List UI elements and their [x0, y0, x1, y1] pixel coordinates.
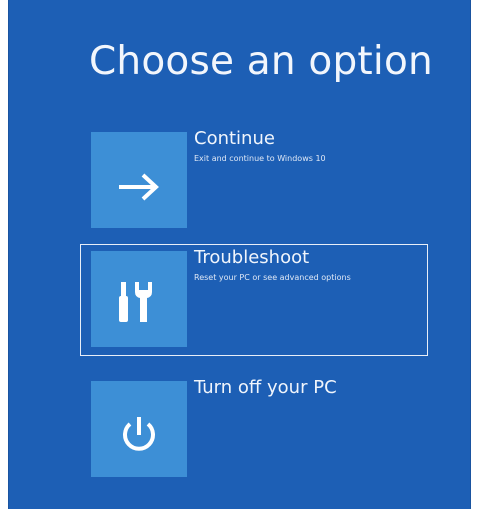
recovery-screen: Choose an option Continue Exit and conti… [8, 0, 471, 509]
continue-label: Continue [194, 128, 275, 149]
continue-description: Exit and continue to Windows 10 [194, 154, 326, 163]
turn-off-label: Turn off your PC [194, 377, 337, 398]
troubleshoot-option[interactable]: Troubleshoot Reset your PC or see advanc… [80, 244, 428, 356]
tools-icon [119, 282, 152, 322]
power-icon [123, 417, 155, 451]
troubleshoot-description: Reset your PC or see advanced options [194, 273, 351, 282]
troubleshoot-tile[interactable] [91, 251, 187, 347]
continue-tile[interactable] [91, 132, 187, 228]
turn-off-tile[interactable] [91, 381, 187, 477]
arrow-right-icon [119, 173, 159, 201]
troubleshoot-label: Troubleshoot [194, 247, 310, 268]
continue-option[interactable]: Continue Exit and continue to Windows 10 [80, 125, 428, 237]
turn-off-option[interactable]: Turn off your PC [80, 374, 428, 486]
page-title: Choose an option [89, 39, 433, 84]
